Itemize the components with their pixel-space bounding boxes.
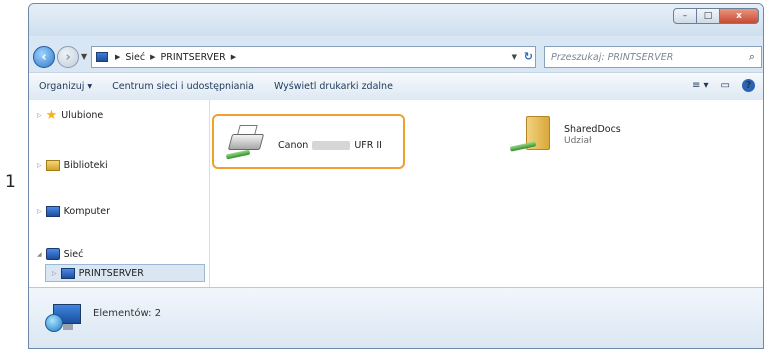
network-center-button[interactable]: Centrum sieci i udostępniania xyxy=(102,81,264,92)
back-button[interactable]: ‹ xyxy=(33,46,55,68)
breadcrumb-printserver[interactable]: PRINTSERVER xyxy=(161,52,226,63)
network-icon xyxy=(45,248,60,260)
expand-icon[interactable]: ▷ xyxy=(52,270,57,277)
navigation-pane: ▷ ★ Ulubione ▷ Biblioteki ▷ Komputer ◢ S… xyxy=(29,100,210,287)
breadcrumb-separator-icon[interactable]: ▶ xyxy=(115,53,120,61)
search-icon[interactable]: ⌕ xyxy=(749,50,755,64)
view-remote-printers-button[interactable]: Wyświetl drukarki zdalne xyxy=(264,81,403,92)
network-computer-icon xyxy=(60,267,75,279)
breadcrumb-separator-icon[interactable]: ▶ xyxy=(150,53,155,61)
computer-icon xyxy=(45,206,60,217)
toolbar-right: ≡ ▾ ▭ ? xyxy=(680,79,755,92)
details-pane: Elementów: 2 xyxy=(29,287,763,348)
command-bar: Organizuj ▾ Centrum sieci i udostępniani… xyxy=(29,72,763,101)
address-row: ‹ › ▼ ▶ Sieć ▶ PRINTSERVER ▶ ▼ ↻ Przeszu… xyxy=(29,38,763,72)
printer-item[interactable]: Canon UFR II xyxy=(278,140,382,151)
expand-icon[interactable]: ▷ xyxy=(37,112,42,119)
expand-icon[interactable]: ▷ xyxy=(37,208,42,215)
step-number: 1 xyxy=(5,172,16,192)
sidebar-item-libraries[interactable]: ▷ Biblioteki xyxy=(37,160,108,171)
view-options-icon[interactable]: ≡ ▾ xyxy=(692,80,709,91)
network-computer-icon xyxy=(96,52,108,62)
file-list: Canon UFR II SharedDocs Udział xyxy=(210,100,763,287)
breadcrumb-network[interactable]: Sieć xyxy=(125,52,145,63)
sidebar-item-label: Biblioteki xyxy=(63,160,108,171)
maximize-button[interactable]: □ xyxy=(696,8,720,24)
preview-pane-icon[interactable]: ▭ xyxy=(721,80,730,91)
printer-name-prefix: Canon xyxy=(278,140,309,151)
printer-name-suffix: UFR II xyxy=(354,140,382,151)
printer-icon[interactable] xyxy=(225,122,266,160)
address-dropdown-icon[interactable]: ▼ xyxy=(512,53,517,61)
forward-button[interactable]: › xyxy=(57,46,79,68)
window-controls: – □ x xyxy=(673,8,759,24)
sidebar-item-label: Komputer xyxy=(63,206,110,217)
shared-folder-type: Udział xyxy=(564,136,592,146)
shared-folder-name[interactable]: SharedDocs xyxy=(564,124,621,135)
history-dropdown-icon[interactable]: ▼ xyxy=(81,52,87,61)
sidebar-item-favorites[interactable]: ▷ ★ Ulubione xyxy=(37,108,103,123)
star-icon: ★ xyxy=(45,108,58,123)
item-count: Elementów: 2 xyxy=(93,308,162,319)
explorer-window: – □ x ‹ › ▼ ▶ Sieć ▶ PRINTSERVER ▶ ▼ ↻ P… xyxy=(28,3,764,349)
minimize-button[interactable]: – xyxy=(673,8,697,24)
network-icon xyxy=(45,304,81,334)
library-icon xyxy=(45,160,60,171)
address-bar[interactable]: ▶ Sieć ▶ PRINTSERVER ▶ ▼ ↻ xyxy=(91,46,536,68)
breadcrumb-separator-icon[interactable]: ▶ xyxy=(231,53,236,61)
sidebar-item-label: Ulubione xyxy=(61,110,104,121)
sidebar-item-network[interactable]: ◢ Sieć xyxy=(37,248,83,260)
help-icon[interactable]: ? xyxy=(742,79,755,92)
sidebar-item-label: Sieć xyxy=(63,248,84,260)
redacted-model xyxy=(312,141,351,150)
shared-folder-icon[interactable] xyxy=(509,116,554,158)
search-input[interactable]: Przeszukaj: PRINTSERVER ⌕ xyxy=(544,46,762,68)
sidebar-item-computer[interactable]: ▷ Komputer xyxy=(37,206,110,217)
expand-icon[interactable]: ▷ xyxy=(37,162,42,169)
collapse-icon[interactable]: ◢ xyxy=(37,251,42,258)
close-button[interactable]: x xyxy=(719,8,759,24)
title-bar: – □ x xyxy=(29,4,763,36)
organize-button[interactable]: Organizuj ▾ xyxy=(29,81,102,92)
sidebar-item-printserver[interactable]: ▷ PRINTSERVER xyxy=(45,264,205,282)
refresh-icon[interactable]: ↻ xyxy=(524,50,533,63)
search-placeholder: Przeszukaj: PRINTSERVER xyxy=(551,51,674,63)
sidebar-item-label: PRINTSERVER xyxy=(78,267,144,279)
